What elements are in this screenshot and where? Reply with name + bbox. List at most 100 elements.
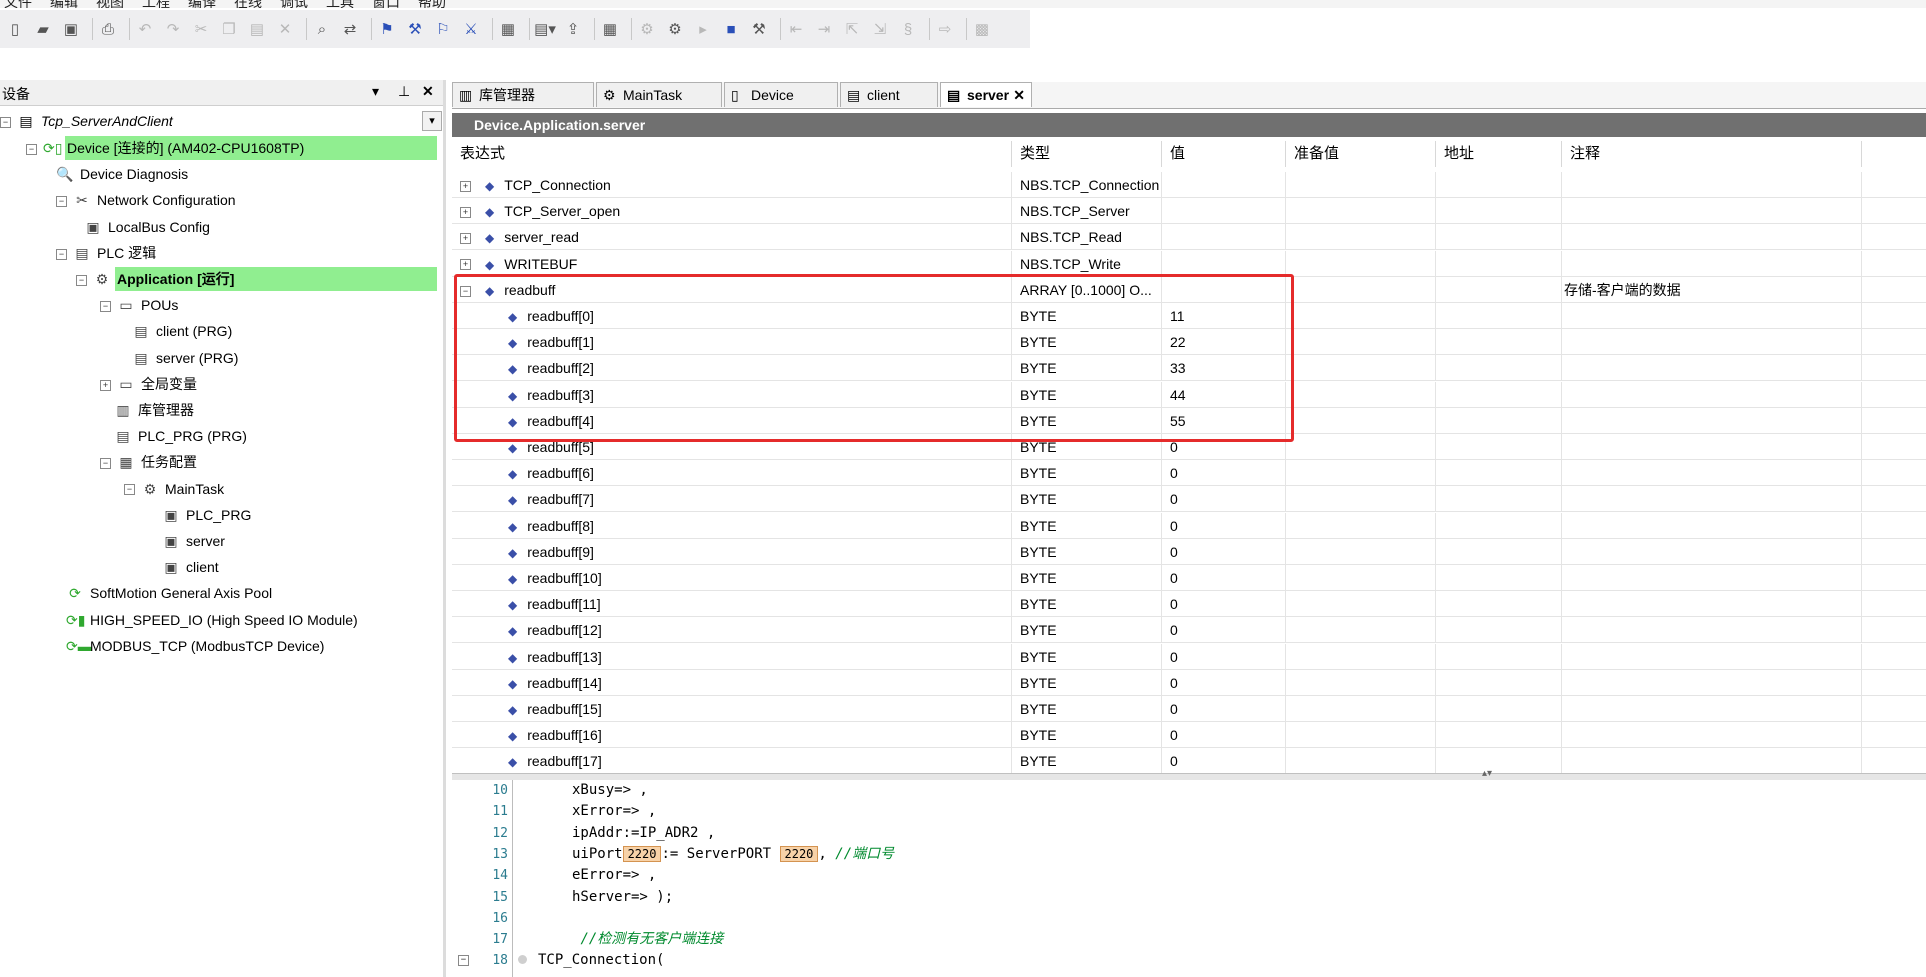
tree-node[interactable]: ▣ PLC_PRG xyxy=(162,503,253,527)
tree-node[interactable]: ▥ 库管理器 xyxy=(114,398,196,422)
view-menu-icon[interactable]: ▤▾ xyxy=(534,18,556,40)
column-header[interactable]: 注释 xyxy=(1562,141,1862,167)
clean-all-icon[interactable]: ⚔ xyxy=(460,18,482,40)
prepared-value-cell[interactable] xyxy=(1286,355,1436,382)
code-line[interactable]: 16 xyxy=(452,908,1926,929)
tree-node[interactable]: − ✂ Network Configuration xyxy=(56,188,238,212)
prepared-value-cell[interactable] xyxy=(1286,276,1436,303)
table-row[interactable]: ◆ readbuff[15] BYTE 0 xyxy=(452,696,1926,722)
tab-server[interactable]: ▤ server ✕ xyxy=(940,82,1032,107)
prepared-value-cell[interactable] xyxy=(1286,617,1436,644)
tree-node[interactable]: 🔍 Device Diagnosis xyxy=(56,162,190,186)
code-line[interactable]: 12 ipAddr:=IP_ADR2 , xyxy=(452,823,1926,844)
column-header[interactable]: 地址 xyxy=(1436,141,1562,167)
column-header[interactable]: 值 xyxy=(1162,141,1286,167)
table-row[interactable]: ◆ readbuff[14] BYTE 0 xyxy=(452,669,1926,696)
table-row[interactable]: + ◆ TCP_Server_open NBS.TCP_Server xyxy=(452,198,1926,225)
tab-maintask[interactable]: ⚙ MainTask xyxy=(596,82,722,107)
prepared-value-cell[interactable] xyxy=(1286,565,1436,591)
table-row[interactable]: ◆ readbuff[11] BYTE 0 xyxy=(452,591,1926,618)
table-row[interactable]: ◆ readbuff[6] BYTE 0 xyxy=(452,460,1926,487)
prepared-value-cell[interactable] xyxy=(1286,198,1436,225)
prepared-value-cell[interactable] xyxy=(1286,512,1436,539)
write-values-icon[interactable]: ⇨ xyxy=(934,18,956,40)
prepared-value-cell[interactable] xyxy=(1286,669,1436,696)
close-tab-icon[interactable]: ✕ xyxy=(1013,83,1025,108)
tree-node[interactable]: − ▤ PLC 逻辑 xyxy=(56,241,158,265)
tree-node[interactable]: − ▭ POUs xyxy=(100,293,180,317)
login-icon[interactable]: ⚙ xyxy=(636,18,658,40)
run-to-cursor-icon[interactable]: ⇲ xyxy=(869,18,891,40)
tab-client[interactable]: ▤ client xyxy=(840,82,938,107)
tree-root[interactable]: − ▤ Tcp_ServerAndClient ▾ xyxy=(0,109,443,133)
code-line[interactable]: 18− TCP_Connection( xyxy=(452,950,1926,971)
table-row[interactable]: ◆ readbuff[7] BYTE 0 xyxy=(452,486,1926,513)
collapse-icon[interactable]: − xyxy=(56,248,67,260)
breakpoint-marker-icon[interactable] xyxy=(518,955,527,965)
expand-icon[interactable]: + xyxy=(460,180,471,192)
reset-icon[interactable]: ⚒ xyxy=(748,18,770,40)
prepared-value-cell[interactable] xyxy=(1286,172,1436,198)
prepared-value-cell[interactable] xyxy=(1286,460,1436,487)
export-icon[interactable]: ⇪ xyxy=(562,18,584,40)
column-header[interactable]: 类型 xyxy=(1012,141,1162,167)
prepared-value-cell[interactable] xyxy=(1286,748,1436,775)
collapse-icon[interactable]: − xyxy=(0,116,11,128)
tree-node[interactable]: ▣ client xyxy=(162,555,221,579)
force-values-icon[interactable]: ▩ xyxy=(971,18,993,40)
expand-icon[interactable]: + xyxy=(460,233,471,245)
table-row[interactable]: + ◆ server_read NBS.TCP_Read xyxy=(452,224,1926,251)
prepared-value-cell[interactable] xyxy=(1286,696,1436,722)
prepared-value-cell[interactable] xyxy=(1286,538,1436,565)
collapse-icon[interactable]: − xyxy=(124,484,135,496)
logout-icon[interactable]: ⚙ xyxy=(664,18,686,40)
tree-node[interactable]: ▣ LocalBus Config xyxy=(84,215,212,239)
editor-splitter[interactable]: ▴▾ xyxy=(452,768,1926,780)
tree-node[interactable]: − ⚙ MainTask xyxy=(124,477,226,501)
table-row[interactable]: ◆ readbuff[8] BYTE 0 xyxy=(452,512,1926,539)
breakpoint-icon[interactable]: § xyxy=(897,18,919,40)
start-icon[interactable]: ▸ xyxy=(692,18,714,40)
prepared-value-cell[interactable] xyxy=(1286,303,1436,329)
code-line[interactable]: 11 xError=> , xyxy=(452,801,1926,822)
column-header[interactable]: 准备值 xyxy=(1286,141,1436,167)
prepared-value-cell[interactable] xyxy=(1286,722,1436,749)
window-icon[interactable]: ▦ xyxy=(497,18,519,40)
collapse-icon[interactable]: − xyxy=(100,300,111,312)
stop-icon[interactable]: ■ xyxy=(720,18,742,40)
tree-node[interactable]: + ▭ 全局变量 xyxy=(100,372,199,396)
collapse-icon[interactable]: − xyxy=(76,274,87,286)
prepared-value-cell[interactable] xyxy=(1286,486,1436,513)
table-row[interactable]: ◆ readbuff[17] BYTE 0 xyxy=(452,748,1926,775)
step-into-icon[interactable]: ⇥ xyxy=(813,18,835,40)
code-line[interactable]: 15 hServer=> ); xyxy=(452,887,1926,908)
tree-node[interactable]: − ⚙ Application [运行] xyxy=(76,267,437,291)
table-row[interactable]: + ◆ WRITEBUF NBS.TCP_Write xyxy=(452,250,1926,277)
table-row[interactable]: + ◆ TCP_Connection NBS.TCP_Connection xyxy=(452,172,1926,198)
collapse-icon[interactable]: − xyxy=(26,143,37,155)
tree-node[interactable]: ⟳▬MODBUS_TCP (ModbusTCP Device) xyxy=(66,634,326,658)
expand-icon[interactable]: + xyxy=(460,206,471,218)
prepared-value-cell[interactable] xyxy=(1286,329,1436,356)
tree-node[interactable]: ⟳ SoftMotion General Axis Pool xyxy=(66,581,274,605)
prepared-value-cell[interactable] xyxy=(1286,407,1436,434)
tree-node[interactable]: ⟳▮ HIGH_SPEED_IO (High Speed IO Module) xyxy=(66,608,360,632)
tab-device[interactable]: ▯ Device xyxy=(724,82,838,107)
prepared-value-cell[interactable] xyxy=(1286,434,1436,460)
tree-node[interactable]: ▤ PLC_PRG (PRG) xyxy=(114,424,249,448)
step-out-icon[interactable]: ⇱ xyxy=(841,18,863,40)
code-line[interactable]: 14 eError=> , xyxy=(452,865,1926,886)
step-over-icon[interactable]: ⇤ xyxy=(785,18,807,40)
collapse-icon[interactable]: − xyxy=(100,458,111,470)
table-row[interactable]: ◆ readbuff[12] BYTE 0 xyxy=(452,617,1926,644)
expand-icon[interactable]: + xyxy=(460,259,471,271)
collapse-icon[interactable]: − xyxy=(458,955,469,967)
table-row[interactable]: ◆ readbuff[16] BYTE 0 xyxy=(452,722,1926,749)
collapse-icon[interactable]: − xyxy=(56,196,67,208)
prepared-value-cell[interactable] xyxy=(1286,250,1436,277)
tree-node[interactable]: ▤ client (PRG) xyxy=(132,319,234,343)
table-row[interactable]: ◆ readbuff[13] BYTE 0 xyxy=(452,643,1926,670)
tree-dropdown-icon[interactable]: ▾ xyxy=(422,111,442,131)
prepared-value-cell[interactable] xyxy=(1286,643,1436,670)
column-header[interactable]: 表达式 xyxy=(452,141,1012,167)
